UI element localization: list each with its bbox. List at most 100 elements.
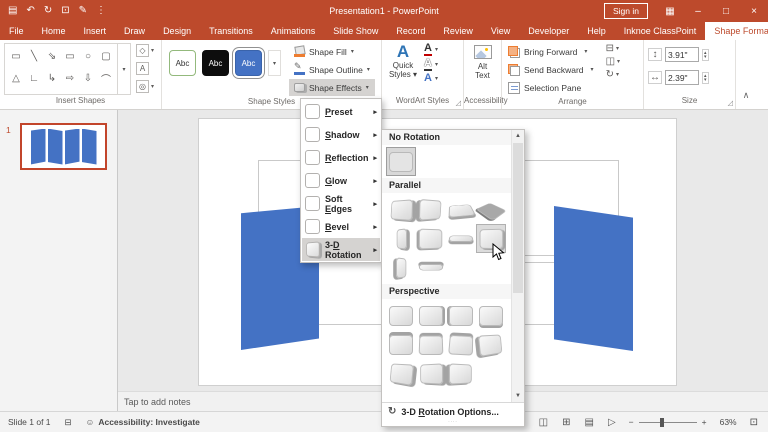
sign-in-button[interactable]: Sign in (604, 3, 648, 19)
elbow-arrow-icon[interactable]: ↳ (43, 67, 61, 89)
shape-styles-more-button[interactable]: ▾ (268, 50, 281, 76)
blue-shape-right[interactable] (554, 206, 633, 351)
rotation-preset[interactable] (416, 359, 446, 388)
rotation-preset[interactable] (416, 253, 446, 282)
text-outline-button[interactable]: A▾ (424, 58, 438, 71)
rotate-icon[interactable]: ↻▾ (606, 69, 620, 80)
right-arrow-icon[interactable]: ⇨ (61, 67, 79, 89)
zoom-out-button[interactable]: − (629, 417, 634, 427)
shape-height-input[interactable] (665, 47, 699, 62)
scrollbar-thumb[interactable] (513, 143, 523, 293)
effects-menu-item[interactable]: Soft Edges ▸ (302, 192, 380, 215)
undo-icon[interactable]: ↶ (26, 6, 34, 16)
shape-style-preset[interactable]: Abc (235, 50, 262, 76)
rotation-preset[interactable] (386, 253, 416, 282)
collapse-ribbon-button[interactable]: ∧ (743, 90, 750, 101)
ribbon-display-options-icon[interactable]: ▦ (656, 6, 684, 17)
arc-icon[interactable]: ⌒ (97, 67, 115, 89)
redo-icon[interactable]: ↻ (44, 6, 52, 16)
rotation-preset[interactable] (386, 330, 416, 359)
Transitions[interactable]: Transitions (200, 22, 262, 40)
text-box-icon[interactable]: A (136, 62, 154, 75)
gallery-scrollbar[interactable]: ▲ ▼ (511, 130, 524, 402)
File[interactable]: File (0, 22, 33, 40)
merge-shapes-icon[interactable]: ◎▾ (136, 80, 154, 93)
effects-menu-item[interactable]: Shadow ▸ (302, 123, 380, 146)
fit-slide-to-window-icon[interactable]: ⊡ (750, 417, 758, 428)
rotation-preset[interactable] (446, 330, 476, 359)
effects-menu-item[interactable]: Bevel ▸ (302, 215, 380, 238)
Review[interactable]: Review (434, 22, 482, 40)
recent-shape-icon[interactable]: ▭ (7, 45, 25, 67)
Developer[interactable]: Developer (519, 22, 578, 40)
shape-width-input[interactable] (665, 70, 699, 85)
display-settings-icon[interactable]: ⊟ (65, 417, 72, 428)
customize-qat-icon[interactable]: ⋮ (96, 6, 106, 16)
rotation-preset[interactable] (386, 147, 416, 176)
rotation-preset[interactable] (416, 301, 446, 330)
scroll-down-icon[interactable]: ▼ (512, 390, 524, 402)
slide-thumbnail[interactable] (20, 123, 107, 170)
line-icon[interactable]: ╲ (25, 45, 43, 67)
rotation-preset[interactable] (476, 195, 506, 224)
rounded-rectangle-icon[interactable]: ▢ (97, 45, 115, 67)
effects-menu-item[interactable]: Reflection ▸ (302, 146, 380, 169)
elbow-icon[interactable]: ∟ (25, 67, 43, 89)
line-arrow-icon[interactable]: ⇘ (43, 45, 61, 67)
slideshow-view-icon[interactable]: ▷ (608, 417, 616, 428)
bring-forward-button[interactable]: Bring Forward▾ (506, 43, 596, 60)
shape-style-preset[interactable]: Abc (169, 50, 196, 76)
wordart-dialog-launcher[interactable]: ◿ (456, 99, 461, 107)
rotation-preset[interactable] (446, 224, 476, 253)
accessibility-status[interactable]: ☺ Accessibility: Investigate (86, 417, 200, 427)
text-effects-button[interactable]: A▾ (424, 73, 438, 84)
shape-outline-button[interactable]: Shape Outline▾ (289, 61, 375, 78)
shape-fill-button[interactable]: Shape Fill▾ (289, 43, 375, 60)
effects-menu-item[interactable]: Glow ▸ (302, 169, 380, 192)
start-slideshow-icon[interactable]: ⊡ (61, 6, 69, 16)
Animations[interactable]: Animations (262, 22, 325, 40)
down-arrow-icon[interactable]: ⇩ (79, 67, 97, 89)
effects-menu-item[interactable]: 3-D Rotation ▸ (302, 238, 380, 261)
rotation-preset[interactable] (386, 301, 416, 330)
Insert[interactable]: Insert (75, 22, 116, 40)
group-icon[interactable]: ◫▾ (606, 56, 620, 67)
size-dialog-launcher[interactable]: ◿ (728, 99, 733, 107)
slide-sorter-icon[interactable]: ⊞ (562, 417, 570, 428)
effects-menu-item[interactable]: Preset ▸ (302, 100, 380, 123)
Design[interactable]: Design (154, 22, 200, 40)
Slide Show[interactable]: Slide Show (324, 22, 387, 40)
Inknoe ClassPoint[interactable]: Inknoe ClassPoint (615, 22, 706, 40)
zoom-level[interactable]: 63% (720, 417, 737, 427)
zoom-slider-thumb[interactable] (660, 418, 664, 427)
Help[interactable]: Help (578, 22, 615, 40)
rotation-preset[interactable] (446, 359, 476, 388)
rotation-preset[interactable] (386, 359, 416, 388)
align-icon[interactable]: ⊟▾ (606, 43, 620, 54)
restore-icon[interactable]: □ (712, 6, 740, 17)
Shape Format[interactable]: Shape Format (705, 22, 768, 40)
Record[interactable]: Record (387, 22, 434, 40)
rotation-preset[interactable] (476, 301, 506, 330)
rotation-preset[interactable] (446, 195, 476, 224)
height-spinner[interactable]: ▴▾ (702, 49, 709, 61)
rotation-options-button[interactable]: ↻ 3-D Rotation Options... (382, 403, 524, 420)
save-icon[interactable]: ▤ (8, 6, 17, 16)
zoom-slider[interactable] (639, 422, 697, 423)
rotation-preset[interactable] (476, 330, 506, 359)
triangle-icon[interactable]: △ (7, 67, 25, 89)
menu-resize-handle[interactable]: ∙∙∙∙ (382, 420, 524, 426)
reading-view-icon[interactable]: ▤ (585, 417, 594, 428)
rotation-preset[interactable] (416, 195, 446, 224)
rotation-preset[interactable] (386, 224, 416, 253)
width-spinner[interactable]: ▴▾ (702, 72, 709, 84)
normal-view-icon[interactable]: ◫ (539, 417, 548, 428)
scroll-up-icon[interactable]: ▲ (512, 130, 524, 142)
Home[interactable]: Home (33, 22, 75, 40)
close-icon[interactable]: × (740, 6, 768, 17)
rotation-preset[interactable] (386, 195, 416, 224)
text-fill-button[interactable]: A▾ (424, 43, 438, 56)
minimize-icon[interactable]: – (684, 6, 712, 17)
shape-style-preset[interactable]: Abc (202, 50, 229, 76)
ink-pen-icon[interactable]: ✎ (79, 6, 87, 16)
